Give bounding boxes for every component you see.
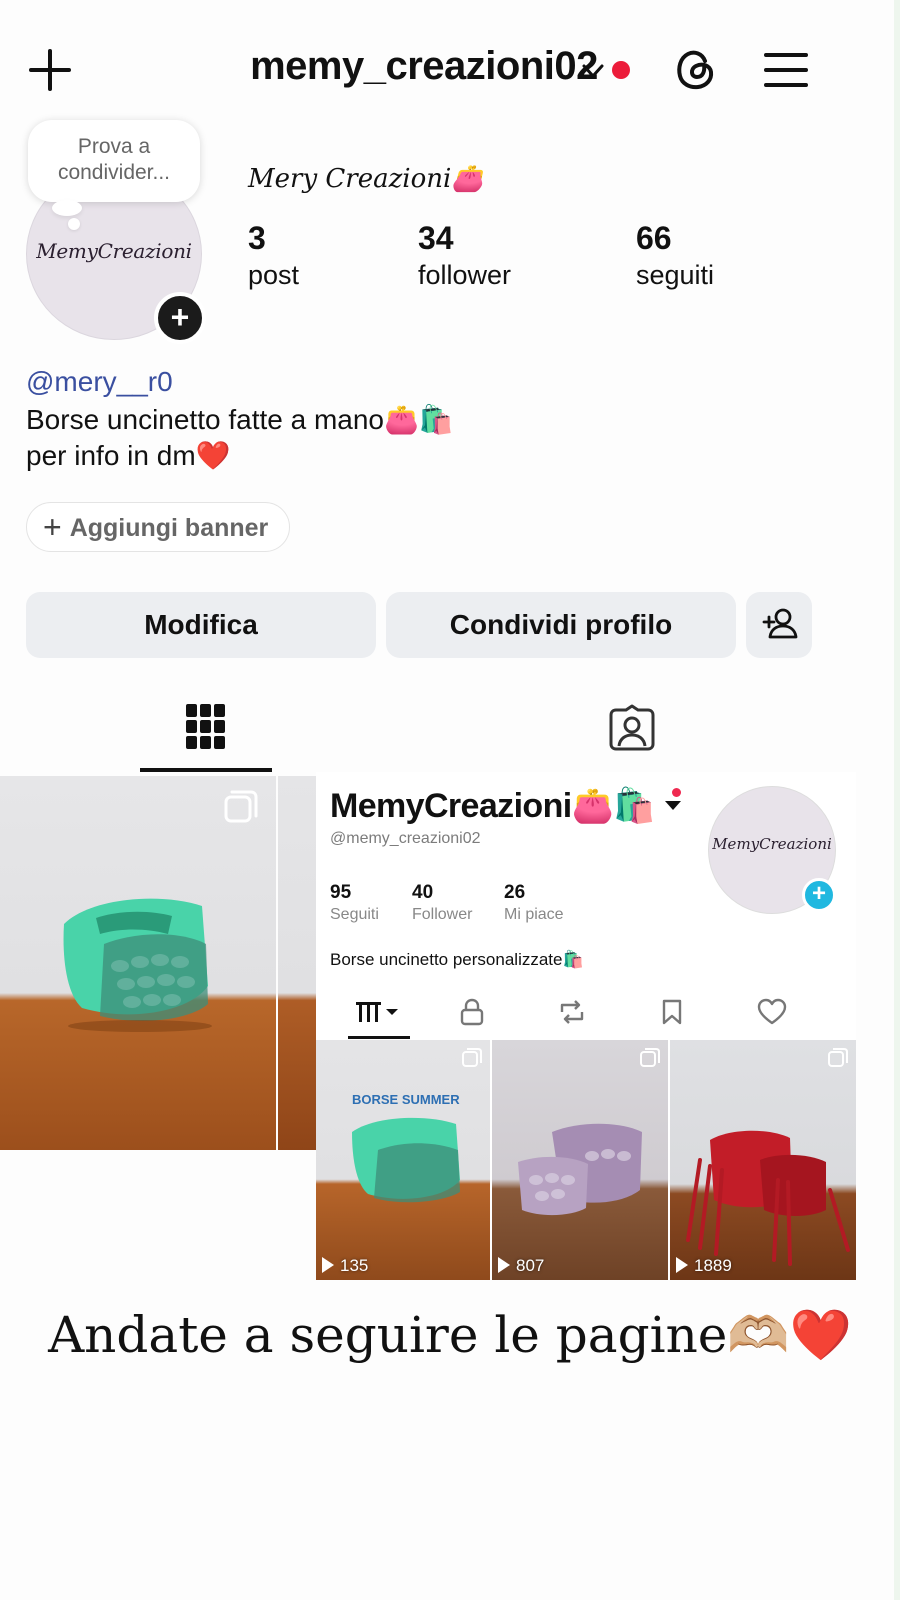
crochet-bag-photo bbox=[686, 1130, 850, 1266]
account-username[interactable]: memy_creazioni02 bbox=[250, 44, 598, 89]
note-text-line2: condivider... bbox=[57, 161, 171, 184]
embedded-tab-liked bbox=[722, 994, 822, 1030]
videos-grid-icon bbox=[356, 1002, 398, 1022]
stat-following[interactable]: 66 seguiti bbox=[636, 218, 714, 292]
stat-label: Seguiti bbox=[330, 906, 379, 923]
view-count: 1889 bbox=[672, 1256, 732, 1276]
heart-icon bbox=[757, 998, 787, 1025]
view-count: 807 bbox=[494, 1256, 544, 1276]
stat-label: Mi piace bbox=[504, 906, 564, 923]
embedded-notification-dot bbox=[672, 788, 681, 797]
embedded-dropdown bbox=[662, 794, 684, 816]
stat-followers[interactable]: 34 follower bbox=[418, 218, 511, 292]
stat-label: follower bbox=[418, 260, 512, 290]
plus-icon: + bbox=[43, 509, 62, 545]
embedded-video-tile: 807 bbox=[492, 1040, 668, 1280]
threads-button[interactable] bbox=[672, 46, 718, 92]
crochet-bag-photo bbox=[518, 1123, 642, 1216]
tab-tagged[interactable] bbox=[608, 704, 656, 752]
new-post-button[interactable] bbox=[28, 48, 72, 92]
post-thumbnail[interactable] bbox=[0, 776, 276, 1150]
tagged-person-icon bbox=[609, 704, 655, 751]
carousel-icon bbox=[828, 1048, 848, 1067]
linked-account-link[interactable]: @mery__r0 bbox=[26, 366, 173, 398]
profile-bio: Borse uncinetto fatte a mano👛🛍️ per info… bbox=[26, 404, 454, 471]
stat-label: Follower bbox=[412, 906, 473, 923]
play-icon bbox=[322, 1257, 334, 1273]
embedded-video-tile: 1889 bbox=[670, 1040, 856, 1280]
embedded-profile-screenshot: MemyCreazioni👛🛍️ @memy_creazioni02 95 Se… bbox=[316, 772, 856, 1280]
embedded-stat-likes: 26 Mi piace bbox=[504, 882, 564, 926]
avatar-logo-text: MemyCreazioni bbox=[36, 239, 192, 263]
hamburger-menu-icon bbox=[764, 53, 808, 87]
embedded-tab-reposts bbox=[522, 994, 622, 1030]
embedded-active-tab-indicator bbox=[348, 1036, 410, 1039]
share-profile-button[interactable]: Condividi profilo bbox=[386, 592, 736, 658]
stat-value: 95 bbox=[330, 882, 352, 903]
overlay-caption: Andate a seguire le pagine🫶🏼❤️ bbox=[48, 1306, 852, 1364]
video-overlay-text: BORSE SUMMER bbox=[352, 1092, 460, 1107]
embedded-tab-private bbox=[422, 994, 522, 1030]
stat-posts[interactable]: 3 post bbox=[248, 218, 299, 292]
note-bubble-tail bbox=[52, 200, 82, 216]
note-bubble[interactable]: Prova a condivider... bbox=[28, 120, 200, 202]
carousel-icon bbox=[224, 790, 258, 824]
active-tab-indicator bbox=[140, 768, 272, 772]
bookmark-icon bbox=[662, 999, 682, 1025]
repost-icon bbox=[560, 1000, 584, 1024]
grid-icon bbox=[186, 704, 225, 749]
lock-icon bbox=[460, 998, 484, 1026]
crochet-bag-photo bbox=[63, 898, 212, 1032]
add-person-icon bbox=[762, 608, 798, 639]
carousel-icon bbox=[462, 1048, 482, 1067]
display-name: Mery Creazioni👛 bbox=[248, 164, 484, 194]
threads-icon bbox=[677, 50, 714, 90]
screen-edge bbox=[894, 0, 900, 1600]
stat-label: seguiti bbox=[636, 260, 715, 290]
embedded-tab-videos bbox=[330, 994, 430, 1030]
edit-profile-button[interactable]: Modifica bbox=[26, 592, 376, 658]
embedded-bio: Borse uncinetto personalizzate🛍️ bbox=[330, 950, 584, 969]
embedded-video-tile: BORSE SUMMER 135 bbox=[316, 1040, 490, 1280]
caret-down-icon bbox=[665, 801, 681, 810]
add-banner-button[interactable]: + Aggiungi banner bbox=[26, 502, 290, 552]
discover-people-button[interactable] bbox=[746, 592, 812, 658]
stat-value: 66 bbox=[636, 220, 672, 256]
embedded-stat-followers: 40 Follower bbox=[412, 882, 472, 926]
chevron-down-icon bbox=[582, 64, 604, 78]
embedded-profile-name: MemyCreazioni👛🛍️ bbox=[330, 787, 656, 825]
stat-value: 40 bbox=[412, 882, 434, 903]
tab-posts-grid[interactable] bbox=[186, 704, 226, 750]
add-banner-label: Aggiungi banner bbox=[69, 514, 269, 542]
note-text-line1: Prova a bbox=[77, 135, 151, 158]
carousel-icon bbox=[640, 1048, 660, 1067]
account-switch-button[interactable] bbox=[580, 58, 606, 84]
play-icon bbox=[676, 1257, 688, 1273]
embedded-handle: @memy_creazioni02 bbox=[330, 830, 481, 847]
note-bubble-tail-dot bbox=[68, 218, 80, 230]
notification-dot bbox=[612, 61, 630, 79]
plus-icon bbox=[29, 49, 71, 91]
add-story-button[interactable]: + bbox=[154, 292, 206, 344]
view-count: 135 bbox=[318, 1256, 368, 1276]
stat-value: 34 bbox=[418, 220, 454, 256]
stat-value: 3 bbox=[248, 220, 266, 256]
embedded-avatar-text: MemyCreazioni bbox=[712, 835, 832, 853]
menu-button[interactable] bbox=[764, 50, 808, 90]
crochet-bag-photo bbox=[352, 1117, 460, 1203]
embedded-stat-following: 95 Seguiti bbox=[330, 882, 379, 926]
stat-value: 26 bbox=[504, 882, 526, 903]
embedded-add-story-icon: + bbox=[802, 878, 836, 912]
stat-label: post bbox=[248, 260, 300, 290]
post-thumbnail-partial[interactable] bbox=[278, 776, 316, 1150]
embedded-tab-saved bbox=[622, 994, 722, 1030]
play-icon bbox=[498, 1257, 510, 1273]
